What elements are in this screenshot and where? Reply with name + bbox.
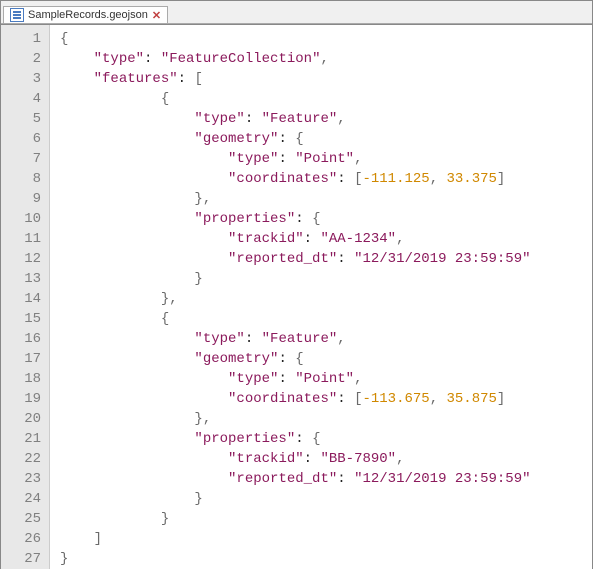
tab-filename: SampleRecords.geojson <box>28 9 148 21</box>
line-number: 9 <box>11 189 41 209</box>
code-line: } <box>60 549 531 569</box>
code-line: }, <box>60 409 531 429</box>
code-line: } <box>60 509 531 529</box>
line-number-gutter: 1234567891011121314151617181920212223242… <box>1 25 50 569</box>
line-number: 22 <box>11 449 41 469</box>
line-number: 7 <box>11 149 41 169</box>
line-number: 11 <box>11 229 41 249</box>
code-line: }, <box>60 289 531 309</box>
line-number: 26 <box>11 529 41 549</box>
line-number: 6 <box>11 129 41 149</box>
code-line: } <box>60 489 531 509</box>
code-content[interactable]: { "type": "FeatureCollection", "features… <box>50 25 531 569</box>
line-number: 27 <box>11 549 41 569</box>
code-line: { <box>60 309 531 329</box>
code-line: "geometry": { <box>60 349 531 369</box>
line-number: 3 <box>11 69 41 89</box>
line-number: 14 <box>11 289 41 309</box>
code-line: } <box>60 269 531 289</box>
code-line: "type": "Feature", <box>60 329 531 349</box>
line-number: 21 <box>11 429 41 449</box>
code-line: "type": "Point", <box>60 369 531 389</box>
code-line: "coordinates": [-111.125, 33.375] <box>60 169 531 189</box>
line-number: 1 <box>11 29 41 49</box>
line-number: 12 <box>11 249 41 269</box>
line-number: 17 <box>11 349 41 369</box>
code-line: "type": "Feature", <box>60 109 531 129</box>
line-number: 18 <box>11 369 41 389</box>
code-line: "type": "FeatureCollection", <box>60 49 531 69</box>
line-number: 23 <box>11 469 41 489</box>
code-line: { <box>60 89 531 109</box>
line-number: 19 <box>11 389 41 409</box>
line-number: 13 <box>11 269 41 289</box>
code-line: { <box>60 29 531 49</box>
close-icon[interactable]: ✕ <box>152 9 161 22</box>
code-line: "properties": { <box>60 209 531 229</box>
tab-samplerecords[interactable]: SampleRecords.geojson ✕ <box>3 6 168 23</box>
code-line: "geometry": { <box>60 129 531 149</box>
line-number: 5 <box>11 109 41 129</box>
code-line: "type": "Point", <box>60 149 531 169</box>
code-line: "trackid": "AA-1234", <box>60 229 531 249</box>
code-line: "properties": { <box>60 429 531 449</box>
file-icon <box>10 8 24 22</box>
line-number: 20 <box>11 409 41 429</box>
code-line: "features": [ <box>60 69 531 89</box>
line-number: 25 <box>11 509 41 529</box>
line-number: 10 <box>11 209 41 229</box>
code-line: "reported_dt": "12/31/2019 23:59:59" <box>60 469 531 489</box>
code-line: "reported_dt": "12/31/2019 23:59:59" <box>60 249 531 269</box>
code-line: "trackid": "BB-7890", <box>60 449 531 469</box>
line-number: 16 <box>11 329 41 349</box>
line-number: 15 <box>11 309 41 329</box>
code-editor[interactable]: 1234567891011121314151617181920212223242… <box>1 24 592 569</box>
line-number: 24 <box>11 489 41 509</box>
tab-bar: SampleRecords.geojson ✕ <box>1 1 592 24</box>
line-number: 2 <box>11 49 41 69</box>
code-line: }, <box>60 189 531 209</box>
code-line: "coordinates": [-113.675, 35.875] <box>60 389 531 409</box>
line-number: 4 <box>11 89 41 109</box>
code-line: ] <box>60 529 531 549</box>
line-number: 8 <box>11 169 41 189</box>
